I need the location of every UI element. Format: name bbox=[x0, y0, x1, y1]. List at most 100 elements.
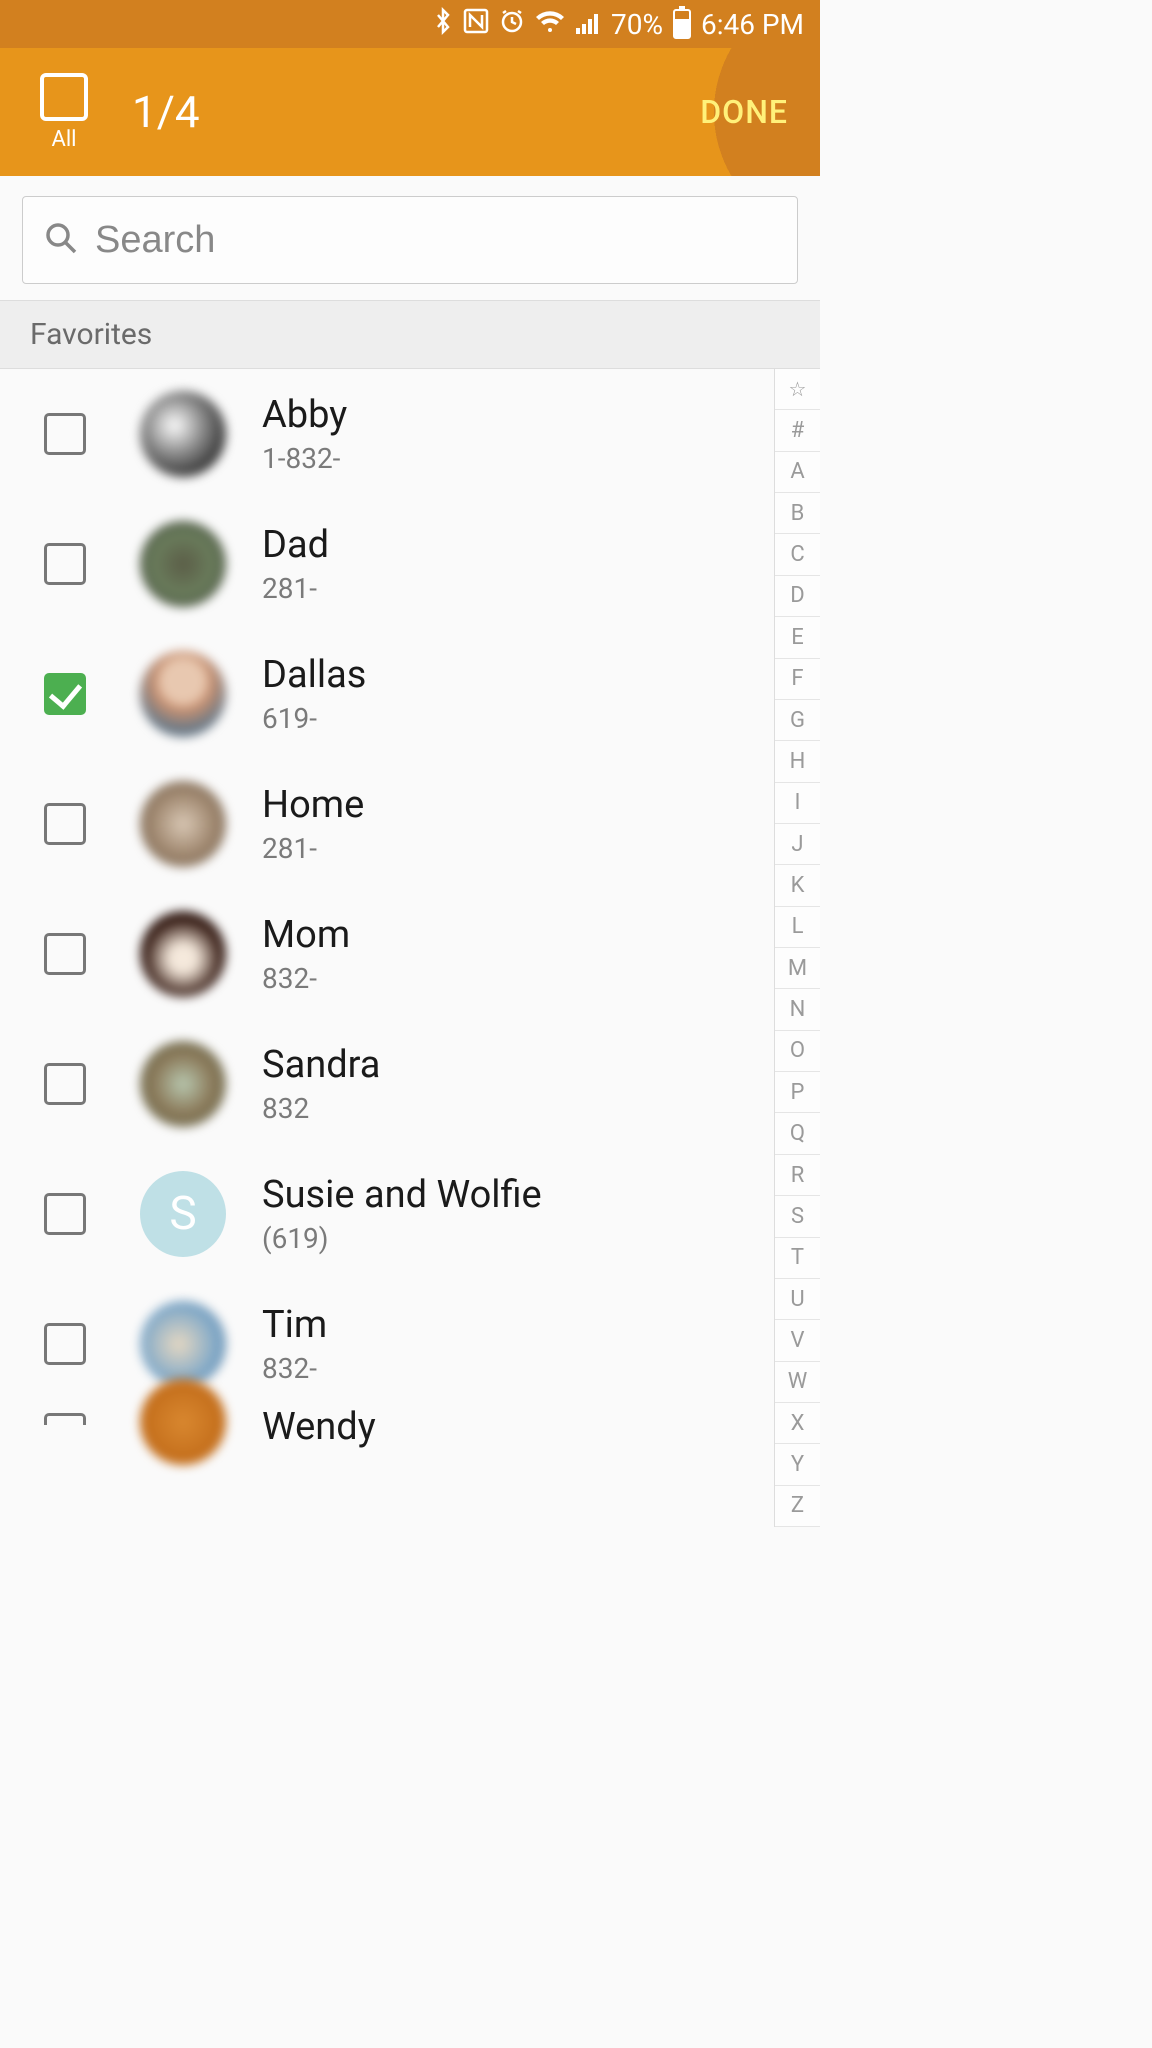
contact-phone: (619) bbox=[262, 1222, 542, 1255]
contact-phone: 832 bbox=[262, 1092, 380, 1125]
index-letter[interactable]: V bbox=[775, 1320, 820, 1361]
index-letter[interactable]: H bbox=[775, 741, 820, 782]
index-letter[interactable]: K bbox=[775, 865, 820, 906]
index-letter[interactable]: ☆ bbox=[775, 369, 820, 410]
contact-checkbox[interactable] bbox=[44, 543, 86, 585]
status-bar: 70% 6:46 PM bbox=[0, 0, 820, 48]
contact-checkbox[interactable] bbox=[44, 1063, 86, 1105]
contact-text: Home281- bbox=[262, 783, 364, 866]
contact-text: Dad281- bbox=[262, 523, 329, 606]
contact-row[interactable]: Dallas619- bbox=[0, 629, 774, 759]
index-letter[interactable]: U bbox=[775, 1279, 820, 1320]
battery-icon bbox=[673, 9, 691, 39]
done-button[interactable]: DONE bbox=[700, 93, 796, 131]
index-letter[interactable]: R bbox=[775, 1155, 820, 1196]
contact-row[interactable]: Wendy bbox=[0, 1409, 774, 1469]
favorites-section-header: Favorites bbox=[0, 300, 820, 369]
battery-percent: 70% bbox=[611, 8, 663, 41]
index-letter[interactable]: I bbox=[775, 783, 820, 824]
contact-checkbox[interactable] bbox=[44, 1323, 86, 1365]
contact-avatar bbox=[140, 1041, 226, 1127]
contact-row[interactable]: Tim832- bbox=[0, 1279, 774, 1409]
contact-phone: 1-832- bbox=[262, 442, 347, 475]
index-letter[interactable]: B bbox=[775, 493, 820, 534]
index-letter[interactable]: W bbox=[775, 1362, 820, 1403]
contact-phone: 832- bbox=[262, 1352, 327, 1385]
index-letter[interactable]: O bbox=[775, 1031, 820, 1072]
contact-name: Tim bbox=[262, 1303, 327, 1349]
signal-icon bbox=[575, 8, 601, 41]
contact-row[interactable]: Sandra832 bbox=[0, 1019, 774, 1149]
contact-name: Mom bbox=[262, 913, 350, 959]
alarm-icon bbox=[499, 8, 525, 41]
contact-avatar bbox=[140, 391, 226, 477]
contact-avatar bbox=[140, 1301, 226, 1387]
select-all-checkbox[interactable] bbox=[40, 73, 88, 121]
contact-name: Home bbox=[262, 783, 364, 829]
contact-text: Sandra832 bbox=[262, 1043, 380, 1126]
nfc-icon bbox=[463, 8, 489, 41]
contact-avatar bbox=[140, 651, 226, 737]
bluetooth-icon bbox=[433, 7, 453, 42]
index-letter[interactable]: L bbox=[775, 907, 820, 948]
contact-phone: 832- bbox=[262, 962, 350, 995]
contact-checkbox[interactable] bbox=[44, 803, 86, 845]
status-icons bbox=[433, 7, 601, 42]
contact-row[interactable]: S Susie and Wolfie(619) bbox=[0, 1149, 774, 1279]
contacts-list[interactable]: Abby1-832-Dad281-Dallas619-Home281-Mom83… bbox=[0, 369, 774, 1527]
contact-text: Mom832- bbox=[262, 913, 350, 996]
selection-counter: 1/4 bbox=[132, 86, 200, 138]
index-letter[interactable]: M bbox=[775, 948, 820, 989]
contact-phone: 281- bbox=[262, 572, 329, 605]
search-icon bbox=[43, 220, 79, 260]
clock-time: 6:46 PM bbox=[701, 8, 804, 41]
contact-text: Tim832- bbox=[262, 1303, 327, 1386]
contact-avatar: S bbox=[140, 1171, 226, 1257]
search-container bbox=[0, 176, 820, 300]
index-letter[interactable]: J bbox=[775, 824, 820, 865]
contact-name: Sandra bbox=[262, 1043, 380, 1089]
contact-row[interactable]: Abby1-832- bbox=[0, 369, 774, 499]
index-letter[interactable]: F bbox=[775, 659, 820, 700]
index-letter[interactable]: Y bbox=[775, 1444, 820, 1485]
index-letter[interactable]: T bbox=[775, 1238, 820, 1279]
contact-avatar bbox=[140, 521, 226, 607]
index-letter[interactable]: G bbox=[775, 700, 820, 741]
index-letter[interactable]: X bbox=[775, 1403, 820, 1444]
contact-row[interactable]: Home281- bbox=[0, 759, 774, 889]
contact-text: Wendy bbox=[262, 1405, 376, 1451]
index-letter[interactable]: N bbox=[775, 989, 820, 1030]
contact-row[interactable]: Mom832- bbox=[0, 889, 774, 1019]
index-letter[interactable]: C bbox=[775, 534, 820, 575]
index-letter[interactable]: S bbox=[775, 1196, 820, 1237]
index-letter[interactable]: Q bbox=[775, 1113, 820, 1154]
search-input[interactable] bbox=[95, 219, 777, 262]
selection-header: All 1/4 DONE bbox=[0, 48, 820, 176]
alphabet-index-strip[interactable]: ☆#ABCDEFGHIJKLMNOPQRSTUVWXYZ bbox=[774, 369, 820, 1527]
contact-avatar bbox=[140, 1379, 226, 1465]
index-letter[interactable]: Z bbox=[775, 1486, 820, 1527]
index-letter[interactable]: P bbox=[775, 1072, 820, 1113]
search-box[interactable] bbox=[22, 196, 798, 284]
contact-row[interactable]: Dad281- bbox=[0, 499, 774, 629]
contact-name: Abby bbox=[262, 393, 347, 439]
index-letter[interactable]: A bbox=[775, 452, 820, 493]
contact-checkbox[interactable] bbox=[44, 933, 86, 975]
contact-checkbox[interactable] bbox=[44, 1193, 86, 1235]
contact-name: Susie and Wolfie bbox=[262, 1173, 542, 1219]
contact-avatar bbox=[140, 781, 226, 867]
index-letter[interactable]: D bbox=[775, 576, 820, 617]
contact-text: Susie and Wolfie(619) bbox=[262, 1173, 542, 1256]
index-letter[interactable]: # bbox=[775, 410, 820, 451]
index-letter[interactable]: E bbox=[775, 617, 820, 658]
contact-text: Dallas619- bbox=[262, 653, 366, 736]
contact-checkbox[interactable] bbox=[44, 1413, 86, 1425]
contact-phone: 281- bbox=[262, 832, 364, 865]
contact-checkbox[interactable] bbox=[44, 673, 86, 715]
contact-checkbox[interactable] bbox=[44, 413, 86, 455]
contact-name: Dallas bbox=[262, 653, 366, 699]
contact-text: Abby1-832- bbox=[262, 393, 347, 476]
wifi-icon bbox=[535, 8, 565, 41]
contact-avatar bbox=[140, 911, 226, 997]
select-all-toggle[interactable]: All bbox=[40, 73, 88, 152]
